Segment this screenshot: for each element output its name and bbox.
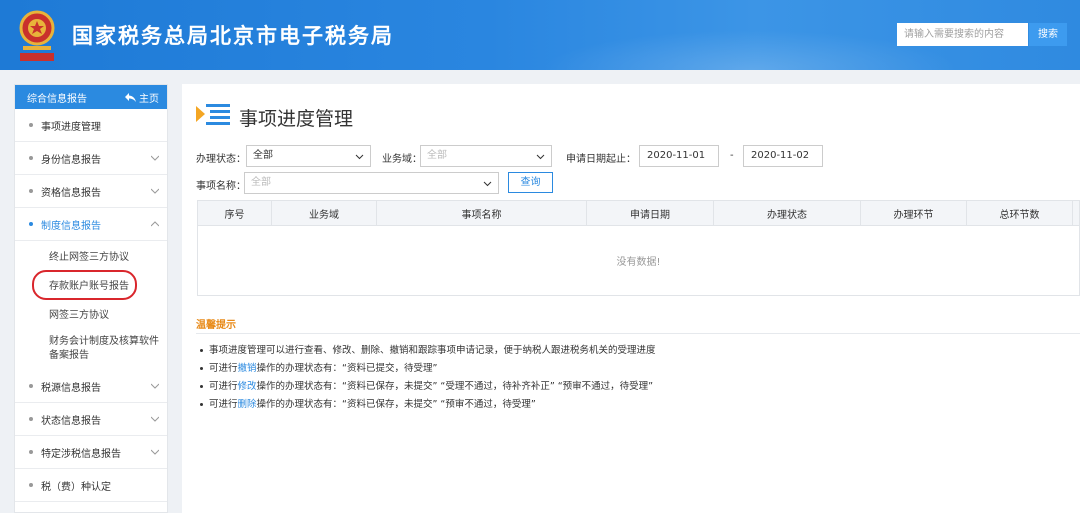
bullet-icon — [200, 349, 203, 352]
main-content: 事项进度管理 办理状态： 全部 业务域： 全部 申请日期起止： 2020-11-… — [182, 84, 1080, 513]
column-header[interactable]: 办理环节 — [861, 201, 967, 225]
home-link[interactable]: 主页 — [125, 90, 159, 105]
status-select-value: 全部 — [253, 150, 273, 161]
chevron-down-icon — [151, 188, 159, 194]
bullet-icon — [29, 189, 33, 193]
bullet-icon — [29, 123, 33, 127]
sidebar-item-qualification[interactable]: 资格信息报告 — [15, 175, 167, 208]
item-name-label: 事项名称： — [196, 181, 246, 192]
bullet-icon — [29, 450, 33, 454]
tip-text: 事项进度管理可以进行查看、修改、删除、撤销和跟踪事项申请记录，便于纳税人跟进税务… — [209, 345, 656, 356]
sidebar-item-label: 事项进度管理 — [41, 121, 101, 133]
bullet-icon — [200, 385, 203, 388]
bullet-icon — [200, 367, 203, 370]
home-label: 主页 — [139, 93, 159, 105]
column-header[interactable]: 总环节数 — [967, 201, 1073, 225]
chevron-up-icon — [151, 221, 159, 227]
search-button[interactable]: 搜索 — [1029, 23, 1067, 46]
chevron-down-icon — [536, 154, 545, 160]
column-header[interactable]: 序号 — [198, 201, 272, 225]
sidebar-title: 综合信息报告 — [27, 93, 87, 105]
domain-select-value: 全部 — [427, 150, 447, 161]
bullet-icon — [29, 222, 33, 226]
tax-emblem-logo — [19, 10, 55, 61]
chevron-down-icon — [151, 383, 159, 389]
item-name-select-value: 全部 — [251, 177, 271, 188]
tip-item: 可进行修改操作的办理状态有：“资料已保存，未提交” “受理不通过，待补齐补正” … — [200, 378, 653, 392]
chevron-down-icon — [483, 181, 492, 187]
back-arrow-icon — [125, 92, 136, 102]
column-header[interactable]: 事项名称 — [377, 201, 587, 225]
date-end-input[interactable]: 2020-11-02 — [743, 145, 823, 167]
domain-select[interactable]: 全部 — [420, 145, 552, 167]
column-header[interactable]: 办理状态 — [714, 201, 861, 225]
sidebar-item-label: 税源信息报告 — [41, 382, 101, 394]
tip-text: 可进行 — [209, 399, 238, 410]
column-header[interactable]: 业务域 — [272, 201, 377, 225]
item-name-select[interactable]: 全部 — [244, 172, 499, 194]
sidebar-item-specific-tax[interactable]: 特定涉税信息报告 — [15, 436, 167, 469]
list-menu-icon — [196, 104, 230, 125]
tip-text: 操作的办理状态有：“资料已提交，待受理” — [256, 363, 438, 374]
revoke-link[interactable]: 撤销 — [238, 363, 257, 374]
date-separator: - — [730, 150, 734, 161]
sidebar-item-progress[interactable]: 事项进度管理 — [15, 109, 167, 142]
tip-text: 操作的办理状态有：“资料已保存，未提交” “预审不通过，待受理” — [256, 399, 536, 410]
sidebar-item-label: 税（费）种认定 — [41, 481, 111, 493]
sidebar-item-system[interactable]: 制度信息报告 — [15, 208, 167, 241]
chevron-down-icon — [151, 449, 159, 455]
sidebar-item-tax-source[interactable]: 税源信息报告 — [15, 370, 167, 403]
sidebar-subitem-label: 网签三方协议 — [49, 310, 109, 321]
sidebar-subitem-accounting-system[interactable]: 财务会计制度及核算软件备案报告 — [15, 328, 167, 370]
sidebar-item-label: 特定涉税信息报告 — [41, 448, 121, 460]
highlight-circle-annotation — [32, 270, 137, 300]
sidebar-header: 综合信息报告 主页 — [15, 85, 167, 109]
sidebar-item-label: 身份信息报告 — [41, 154, 101, 166]
modify-link[interactable]: 修改 — [238, 381, 257, 392]
domain-filter-label: 业务域： — [382, 154, 422, 165]
delete-link[interactable]: 删除 — [238, 399, 257, 410]
top-header: 国家税务总局北京市电子税务局 搜索 — [0, 0, 1080, 70]
chevron-down-icon — [355, 154, 364, 160]
table-header: 序号 业务域 事项名称 申请日期 办理状态 办理环节 总环节数 — [197, 200, 1080, 226]
status-select[interactable]: 全部 — [246, 145, 371, 167]
tip-text: 可进行 — [209, 363, 238, 374]
date-range-label: 申请日期起止： — [566, 154, 636, 165]
tip-text: 操作的办理状态有：“资料已保存，未提交” “受理不通过，待补齐补正” “预审不通… — [256, 381, 654, 392]
sidebar-item-label: 状态信息报告 — [41, 415, 101, 427]
chevron-down-icon — [151, 416, 159, 422]
date-start-input[interactable]: 2020-11-01 — [639, 145, 719, 167]
bullet-icon — [29, 417, 33, 421]
tip-item: 事项进度管理可以进行查看、修改、删除、撤销和跟踪事项申请记录，便于纳税人跟进税务… — [200, 342, 656, 356]
page-title: 事项进度管理 — [239, 108, 354, 130]
sidebar-item-label: 制度信息报告 — [41, 220, 101, 232]
sidebar-item-identity[interactable]: 身份信息报告 — [15, 142, 167, 175]
sidebar-subitem-tripartite-agreement[interactable]: 网签三方协议 — [15, 299, 167, 328]
sidebar-subitem-label: 财务会计制度及核算软件备案报告 — [49, 336, 159, 361]
sidebar-subitem-label: 终止网签三方协议 — [49, 252, 129, 263]
tip-text: 可进行 — [209, 381, 238, 392]
bullet-icon — [29, 483, 33, 487]
divider — [196, 333, 1080, 334]
sidebar-item-status[interactable]: 状态信息报告 — [15, 403, 167, 436]
sidebar-subitem-terminate-agreement[interactable]: 终止网签三方协议 — [15, 241, 167, 270]
column-header[interactable]: 申请日期 — [587, 201, 714, 225]
table-empty-state: 没有数据! — [197, 226, 1080, 296]
status-filter-label: 办理状态： — [196, 154, 246, 165]
sidebar-item-tax-type[interactable]: 税（费）种认定 — [15, 469, 167, 502]
bullet-icon — [200, 403, 203, 406]
query-button[interactable]: 查询 — [508, 172, 553, 193]
bullet-icon — [29, 384, 33, 388]
chevron-down-icon — [151, 155, 159, 161]
search-input[interactable] — [897, 23, 1028, 46]
sidebar-item-label: 资格信息报告 — [41, 187, 101, 199]
tip-item: 可进行删除操作的办理状态有：“资料已保存，未提交” “预审不通过，待受理” — [200, 396, 536, 410]
sidebar: 综合信息报告 主页 事项进度管理 身份信息报告 资格信息报告 制度信息报告 终止… — [14, 84, 168, 513]
tip-item: 可进行撤销操作的办理状态有：“资料已提交，待受理” — [200, 360, 437, 374]
site-title: 国家税务总局北京市电子税务局 — [72, 24, 394, 48]
tips-title: 温馨提示 — [196, 320, 236, 331]
bullet-icon — [29, 156, 33, 160]
